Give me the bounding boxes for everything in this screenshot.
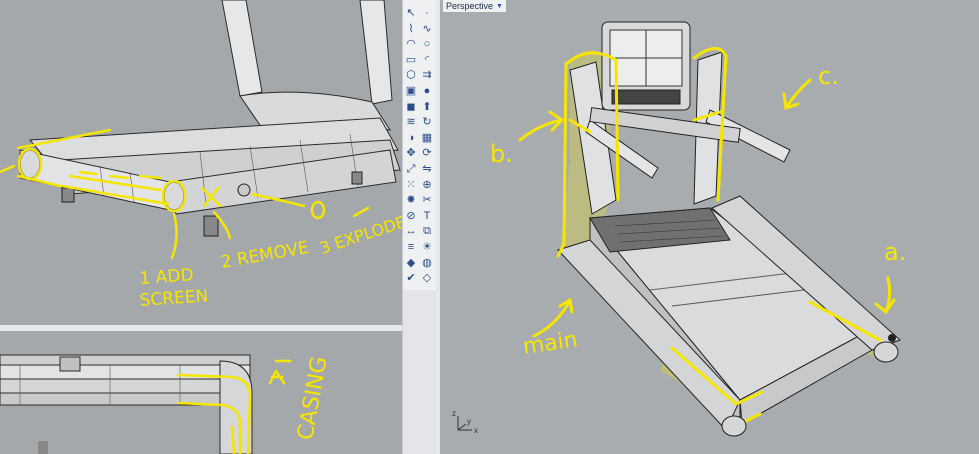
polygon-icon[interactable]: ⬡ (404, 68, 418, 82)
light-icon[interactable]: ◆ (404, 256, 418, 270)
array-icon[interactable]: ⁙ (404, 178, 418, 192)
arc-icon[interactable]: ◠ (404, 37, 418, 51)
split-icon[interactable]: ⊘ (404, 209, 418, 223)
mesh-icon[interactable]: ▦ (420, 131, 434, 145)
point-icon[interactable]: · (420, 6, 434, 20)
axis-x-label: x (474, 426, 478, 435)
select-icon[interactable]: ↖ (404, 6, 418, 20)
analysis-icon[interactable]: ◇ (420, 271, 434, 285)
axis-z-label: z (452, 409, 456, 418)
extrude-icon[interactable]: ⬆ (420, 100, 434, 114)
cylinder-icon[interactable]: ◼ (404, 100, 418, 114)
annotation-b: b. (490, 140, 513, 168)
viewport-menu-chevron-icon[interactable]: ▼ (496, 3, 503, 10)
axis-y-label: y (467, 417, 471, 426)
annotation-c: c. (818, 62, 839, 90)
annotation-a: a. (884, 238, 906, 266)
layer-icon[interactable]: ≡ (404, 240, 418, 254)
group-icon[interactable]: ⧉ (420, 224, 434, 238)
explode-icon[interactable]: ✸ (404, 193, 418, 207)
fillet-icon[interactable]: ◜ (420, 53, 434, 67)
rotate-icon[interactable]: ⟳ (420, 146, 434, 160)
loft-icon[interactable]: ≋ (404, 115, 418, 129)
offset-icon[interactable]: ⇉ (420, 68, 434, 82)
check-icon[interactable]: ✔ (404, 271, 418, 285)
viewport-bottom-detail[interactable]: CASING (0, 331, 402, 454)
viewport-perspective[interactable]: b. c. a. main z x y (440, 0, 979, 454)
trim-icon[interactable]: ✂ (420, 193, 434, 207)
circle-icon[interactable]: ○ (420, 37, 434, 51)
curve-icon[interactable]: ∿ (420, 22, 434, 36)
viewport-title-label: Perspective (446, 1, 494, 11)
viewport-top-detail[interactable]: 1 ADD SCREEN 2 REMOVE 3 EXPLODE (0, 0, 402, 325)
text-icon[interactable]: T (420, 209, 434, 223)
annotation-explode: 3 EXPLODE (317, 212, 402, 258)
annotation-add-screen: 1 ADD (139, 265, 194, 289)
sphere-icon[interactable]: ● (420, 84, 434, 98)
viewport-title-tab[interactable]: Perspective ▼ (443, 0, 506, 12)
revolve-icon[interactable]: ↻ (420, 115, 434, 129)
annotation-screen: SCREEN (139, 286, 209, 311)
scale-icon[interactable]: ⤢ (404, 162, 418, 176)
dimension-icon[interactable]: ↔ (404, 224, 418, 238)
polyline-icon[interactable]: ⌇ (404, 22, 418, 36)
tool-palette-empty-area (403, 290, 437, 454)
move-icon[interactable]: ✥ (404, 146, 418, 160)
rectangle-icon[interactable]: ▭ (404, 53, 418, 67)
join-icon[interactable]: ⊕ (420, 178, 434, 192)
mirror-icon[interactable]: ⇋ (420, 162, 434, 176)
material-icon[interactable]: ◍ (420, 256, 434, 270)
annotation-casing: CASING (293, 355, 332, 442)
annotation-main: main (521, 328, 579, 360)
boolean-icon[interactable]: ◑ (404, 131, 418, 145)
render-icon[interactable]: ☀ (420, 240, 434, 254)
box-icon[interactable]: ▣ (404, 84, 418, 98)
annotation-remove: 2 REMOVE (219, 238, 310, 273)
